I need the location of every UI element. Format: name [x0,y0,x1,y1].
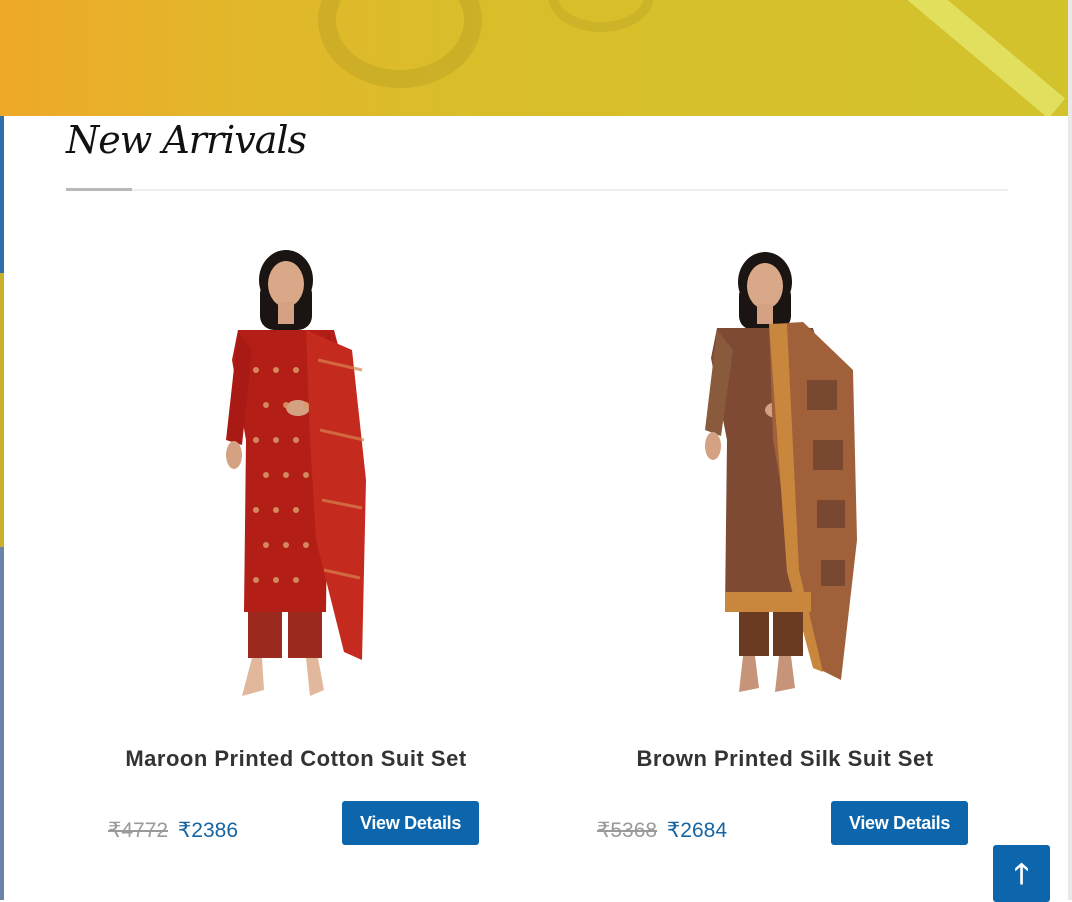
product-card[interactable]: Maroon Printed Cotton Suit Set ₹4772 ₹23… [66,240,526,860]
section-title: New Arrivals [66,118,307,162]
left-edge-strip [0,116,4,900]
product-title[interactable]: Maroon Printed Cotton Suit Set [66,746,526,772]
scroll-to-top-button[interactable]: 🡑 [993,845,1050,902]
view-details-button[interactable]: View Details [831,801,968,845]
product-image[interactable] [555,240,1015,710]
banner-decoration [895,0,1066,116]
product-title[interactable]: Brown Printed Silk Suit Set [555,746,1015,772]
original-price: ₹5368 [597,819,658,842]
price-row: ₹4772 ₹2386 [108,818,238,843]
sale-price: ₹2386 [177,819,238,842]
product-card[interactable]: Brown Printed Silk Suit Set ₹5368 ₹2684 … [555,240,1015,860]
product-image[interactable] [66,240,526,710]
original-price: ₹4772 [108,819,169,842]
scrollbar-track[interactable] [1068,0,1072,900]
banner-decoration [318,0,482,88]
section-divider-accent [66,188,132,191]
sale-price: ₹2684 [666,819,727,842]
section-divider [66,189,1008,191]
view-details-button[interactable]: View Details [342,801,479,845]
arrow-up-icon: 🡑 [1014,858,1029,889]
price-row: ₹5368 ₹2684 [597,818,727,843]
hero-banner [0,0,1072,116]
banner-decoration [548,0,654,32]
